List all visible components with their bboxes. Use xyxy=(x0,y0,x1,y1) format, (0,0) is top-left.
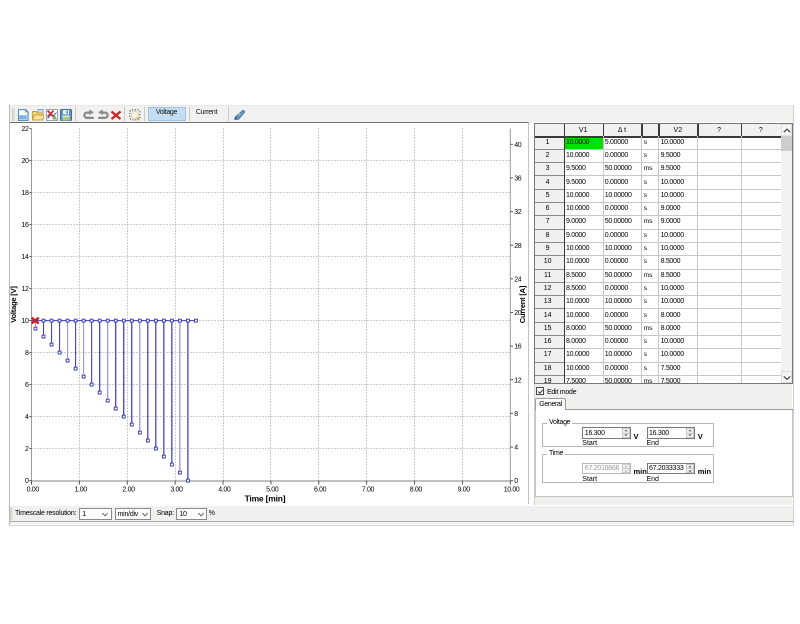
svg-text:22: 22 xyxy=(22,126,30,133)
svg-text:8: 8 xyxy=(25,350,29,357)
svg-text:12: 12 xyxy=(22,286,30,293)
svg-text:14: 14 xyxy=(22,254,30,261)
svg-text:16: 16 xyxy=(22,222,30,229)
svg-text:9.00: 9.00 xyxy=(458,487,471,494)
svg-text:4: 4 xyxy=(514,445,518,452)
svg-text:16: 16 xyxy=(514,344,522,351)
svg-text:8.00: 8.00 xyxy=(410,487,423,494)
svg-text:0: 0 xyxy=(25,478,29,485)
svg-text:28: 28 xyxy=(514,243,522,250)
svg-text:10.00: 10.00 xyxy=(504,487,520,494)
svg-text:20: 20 xyxy=(22,158,30,165)
svg-text:12: 12 xyxy=(514,377,522,384)
svg-text:4: 4 xyxy=(25,414,29,421)
svg-text:6.00: 6.00 xyxy=(314,487,327,494)
svg-text:0.00: 0.00 xyxy=(27,487,40,494)
svg-text:4.00: 4.00 xyxy=(218,487,231,494)
svg-text:Time [min]: Time [min] xyxy=(245,494,286,504)
svg-text:24: 24 xyxy=(514,276,522,283)
svg-text:0: 0 xyxy=(514,478,518,485)
svg-text:6: 6 xyxy=(25,382,29,389)
svg-text:Voltage [V]: Voltage [V] xyxy=(9,286,18,323)
svg-text:7.00: 7.00 xyxy=(362,487,375,494)
svg-text:1.00: 1.00 xyxy=(75,487,88,494)
svg-text:8: 8 xyxy=(514,411,518,418)
svg-text:18: 18 xyxy=(22,190,30,197)
svg-text:2: 2 xyxy=(25,446,29,453)
svg-text:2.00: 2.00 xyxy=(122,487,135,494)
svg-text:40: 40 xyxy=(514,142,522,149)
svg-text:10: 10 xyxy=(22,318,30,325)
svg-text:3.00: 3.00 xyxy=(170,487,183,494)
svg-text:36: 36 xyxy=(514,176,522,183)
svg-text:32: 32 xyxy=(514,209,522,216)
svg-text:Current [A]: Current [A] xyxy=(518,285,527,323)
